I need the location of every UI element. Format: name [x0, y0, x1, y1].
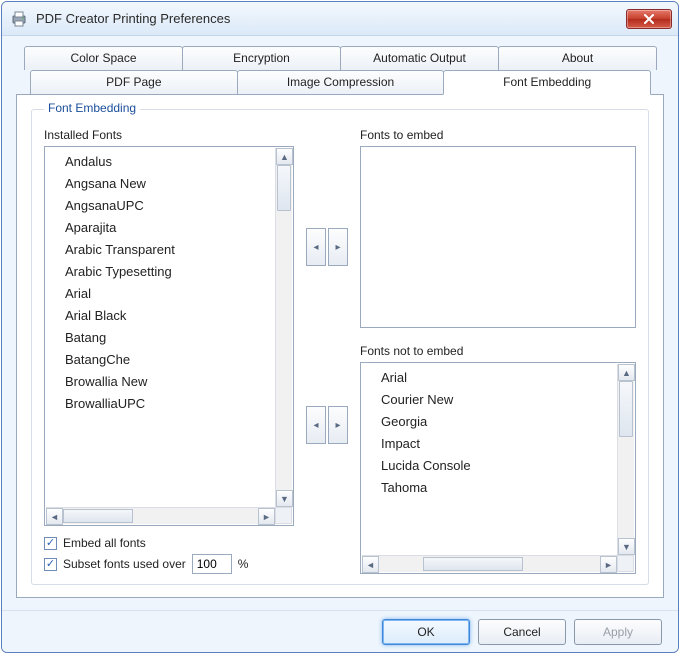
list-item[interactable]: Arabic Typesetting	[65, 261, 293, 283]
fonts-not-to-embed-list[interactable]: ArialCourier NewGeorgiaImpactLucida Cons…	[360, 362, 636, 574]
list-item[interactable]: Arial Black	[65, 305, 293, 327]
scroll-corner	[617, 555, 634, 572]
remove-from-embed-button[interactable]: ◂	[306, 228, 326, 266]
list-item[interactable]: Angsana New	[65, 173, 293, 195]
move-to-notembed-buttons: ◂ ▸	[306, 406, 348, 444]
titlebar: PDF Creator Printing Preferences	[2, 2, 678, 36]
apply-button[interactable]: Apply	[574, 619, 662, 645]
scroll-thumb[interactable]	[63, 509, 133, 523]
list-item[interactable]: Arabic Transparent	[65, 239, 293, 261]
percent-suffix: %	[238, 557, 249, 571]
subset-percent-input[interactable]	[192, 554, 232, 574]
scroll-corner	[275, 507, 292, 524]
move-to-embed-buttons: ◂ ▸	[306, 228, 348, 266]
add-to-notembed-button[interactable]: ▸	[328, 406, 348, 444]
group-legend: Font Embedding	[44, 101, 140, 115]
scroll-left-icon[interactable]: ◄	[46, 508, 63, 525]
dialog-footer: OK Cancel Apply	[2, 610, 678, 652]
subset-fonts-checkbox[interactable]	[44, 558, 57, 571]
tabs-row-lower: PDF Page Image Compression Font Embeddin…	[16, 70, 664, 94]
scroll-left-icon[interactable]: ◄	[362, 556, 379, 573]
subset-fonts-label: Subset fonts used over	[63, 557, 186, 571]
close-button[interactable]	[626, 9, 672, 29]
tab-panel: Font Embedding Installed Fonts AndalusAn…	[16, 94, 664, 598]
window-title: PDF Creator Printing Preferences	[36, 11, 230, 26]
list-item[interactable]: Tahoma	[381, 477, 635, 499]
list-item[interactable]: Arial	[65, 283, 293, 305]
list-item[interactable]: Georgia	[381, 411, 635, 433]
tab-about[interactable]: About	[498, 46, 657, 70]
scroll-thumb[interactable]	[619, 381, 633, 437]
tab-image-compression[interactable]: Image Compression	[237, 70, 445, 94]
embed-all-fonts-label: Embed all fonts	[63, 536, 146, 550]
tab-pdf-page[interactable]: PDF Page	[30, 70, 238, 94]
fonts-to-embed-list[interactable]	[360, 146, 636, 328]
tab-font-embedding[interactable]: Font Embedding	[443, 70, 651, 95]
tab-encryption[interactable]: Encryption	[182, 46, 341, 70]
scrollbar-vertical[interactable]: ▲ ▼	[275, 148, 292, 507]
fonts-to-embed-label: Fonts to embed	[360, 128, 636, 142]
list-item[interactable]: Lucida Console	[381, 455, 635, 477]
scrollbar-vertical[interactable]: ▲ ▼	[617, 364, 634, 555]
fonts-not-to-embed-label: Fonts not to embed	[360, 344, 636, 358]
embed-all-fonts-checkbox[interactable]	[44, 537, 57, 550]
dialog-body: Color Space Encryption Automatic Output …	[2, 36, 678, 610]
list-item[interactable]: AngsanaUPC	[65, 195, 293, 217]
scroll-thumb[interactable]	[277, 165, 291, 211]
printer-icon	[10, 10, 28, 28]
tab-color-space[interactable]: Color Space	[24, 46, 183, 70]
installed-fonts-label: Installed Fonts	[44, 128, 294, 142]
scrollbar-horizontal[interactable]: ◄ ►	[362, 555, 617, 572]
scroll-down-icon[interactable]: ▼	[276, 490, 293, 507]
scroll-down-icon[interactable]: ▼	[618, 538, 635, 555]
list-item[interactable]: Impact	[381, 433, 635, 455]
group-font-embedding: Font Embedding Installed Fonts AndalusAn…	[31, 109, 649, 585]
cancel-button[interactable]: Cancel	[478, 619, 566, 645]
tabs-row-upper: Color Space Encryption Automatic Output …	[16, 46, 664, 70]
add-to-embed-button[interactable]: ▸	[328, 228, 348, 266]
list-item[interactable]: BatangChe	[65, 349, 293, 371]
list-item[interactable]: BrowalliaUPC	[65, 393, 293, 415]
scroll-thumb[interactable]	[423, 557, 523, 571]
scroll-right-icon[interactable]: ►	[258, 508, 275, 525]
list-item[interactable]: Browallia New	[65, 371, 293, 393]
scroll-right-icon[interactable]: ►	[600, 556, 617, 573]
scroll-up-icon[interactable]: ▲	[276, 148, 293, 165]
installed-fonts-list[interactable]: AndalusAngsana NewAngsanaUPCAparajitaAra…	[44, 146, 294, 526]
tab-automatic-output[interactable]: Automatic Output	[340, 46, 499, 70]
dialog-window: PDF Creator Printing Preferences Color S…	[1, 1, 679, 653]
list-item[interactable]: Arial	[381, 367, 635, 389]
scrollbar-horizontal[interactable]: ◄ ►	[46, 507, 275, 524]
list-item[interactable]: Andalus	[65, 151, 293, 173]
remove-from-notembed-button[interactable]: ◂	[306, 406, 326, 444]
list-item[interactable]: Courier New	[381, 389, 635, 411]
list-item[interactable]: Aparajita	[65, 217, 293, 239]
ok-button[interactable]: OK	[382, 619, 470, 645]
list-item[interactable]: Batang	[65, 327, 293, 349]
scroll-up-icon[interactable]: ▲	[618, 364, 635, 381]
